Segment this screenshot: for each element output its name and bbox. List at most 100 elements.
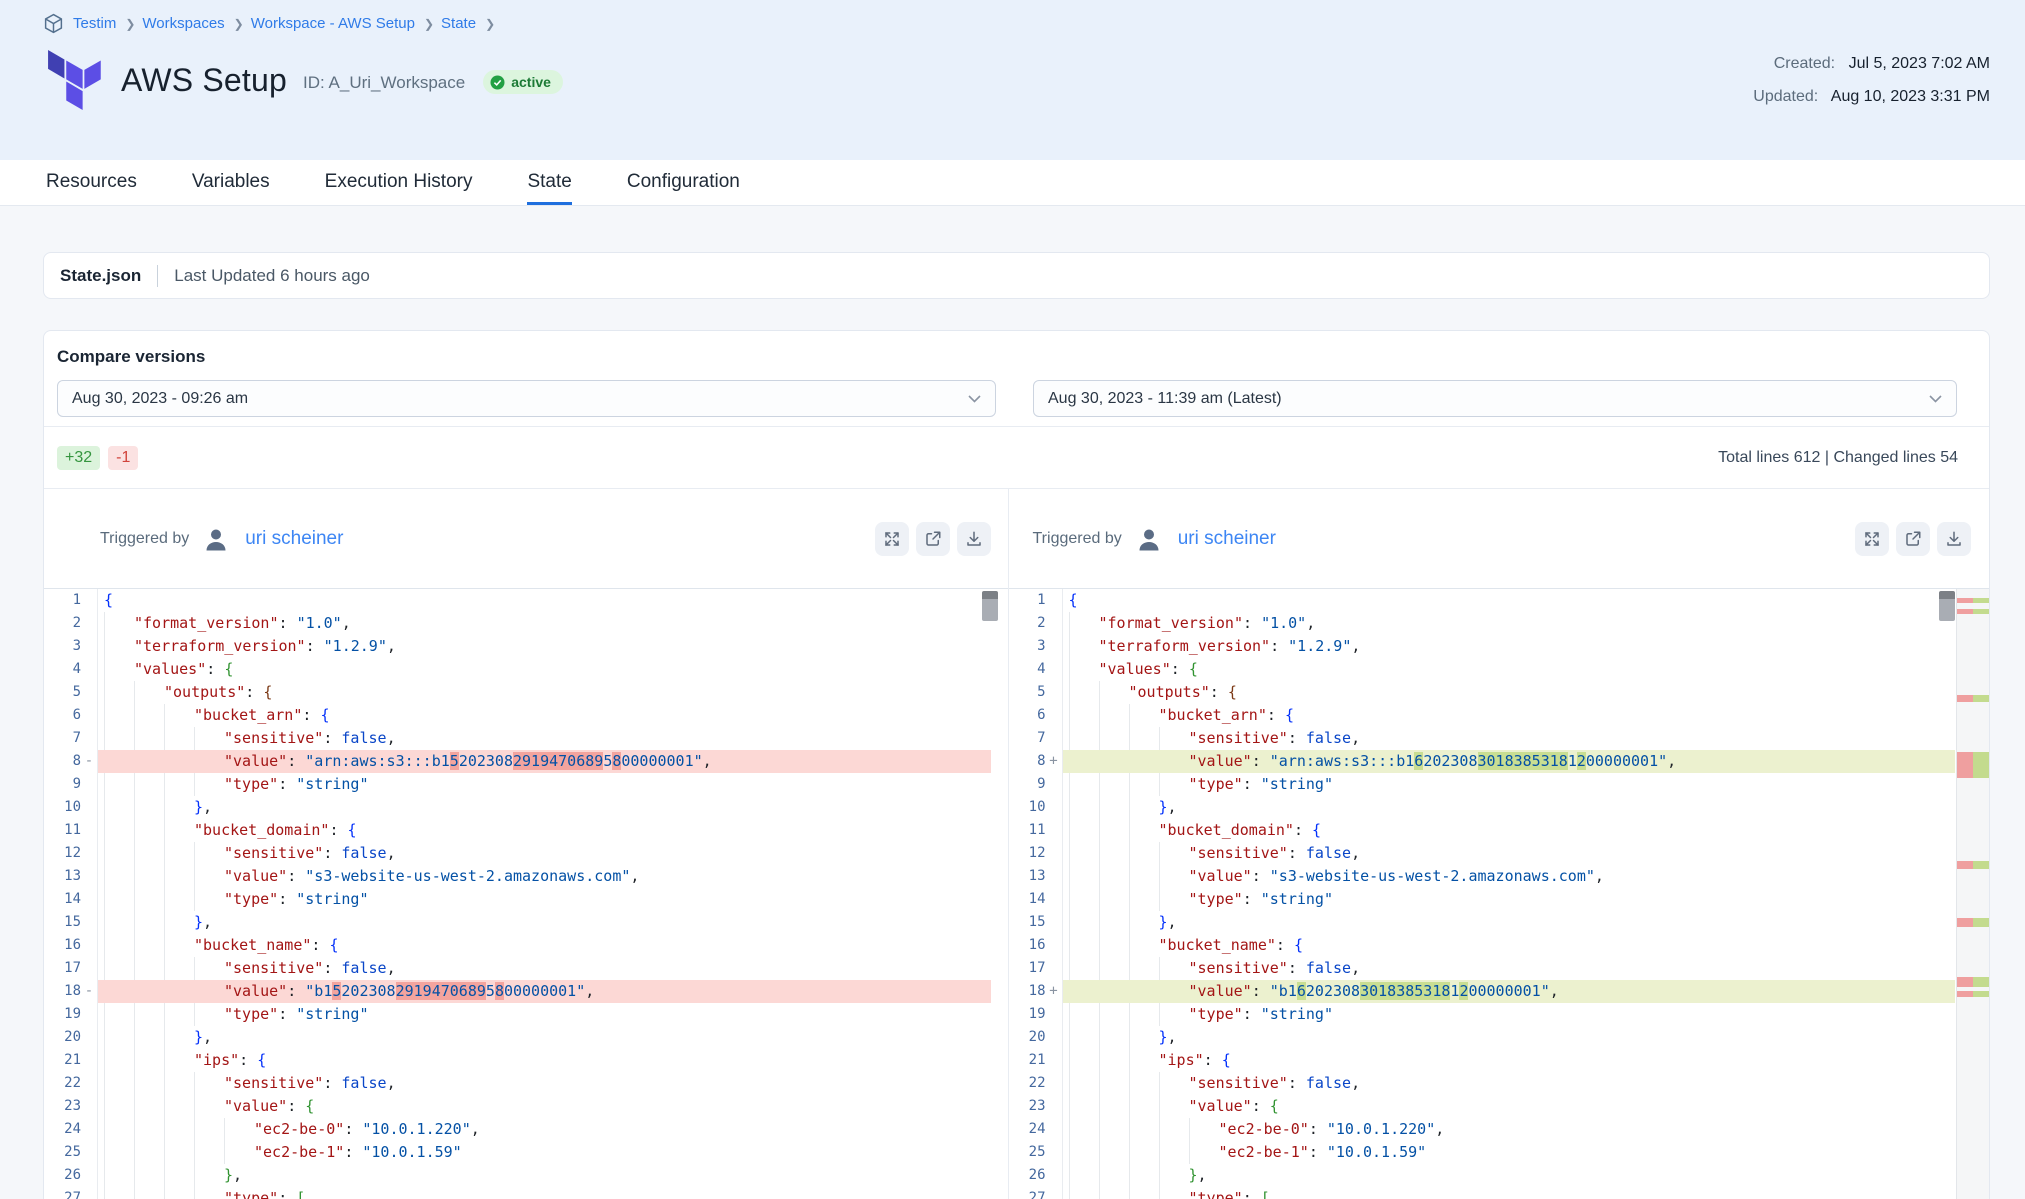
line-number: 23 <box>1009 1095 1063 1118</box>
indent-guide <box>194 1095 224 1118</box>
indent-guide <box>1159 1072 1189 1095</box>
code-token: : <box>1288 959 1306 977</box>
code-token: } <box>1159 1028 1168 1046</box>
created-label: Created: <box>1774 55 1835 72</box>
status-badge: active <box>483 70 563 94</box>
code-line: 1{ <box>44 589 991 612</box>
expand-button[interactable] <box>875 522 909 556</box>
code-token: : <box>306 637 324 655</box>
code-token: , <box>1198 1166 1207 1184</box>
breadcrumb-state[interactable]: State <box>441 15 495 32</box>
tab-variables[interactable]: Variables <box>192 160 270 205</box>
code-token: : <box>287 1097 305 1115</box>
code-token: { <box>104 591 113 609</box>
line-number: 1 <box>44 589 98 612</box>
diff-marker <box>1046 796 1062 819</box>
page-title: AWS Setup <box>121 62 287 99</box>
download-button[interactable] <box>957 522 991 556</box>
indent-guide <box>1159 957 1189 980</box>
diff-marker <box>1046 1164 1062 1187</box>
code-token: "type" <box>1189 1005 1243 1023</box>
code-token: , <box>1435 1120 1444 1138</box>
indent-guide <box>104 658 134 681</box>
version-select-left[interactable]: Aug 30, 2023 - 09:26 am <box>57 380 996 417</box>
breadcrumb-testim[interactable]: Testim <box>73 15 135 32</box>
line-number: 3 <box>44 635 98 658</box>
code-token: : <box>1252 867 1270 885</box>
code-line: 20}, <box>1009 1026 1956 1049</box>
tab-resources[interactable]: Resources <box>46 160 137 205</box>
added-lines-badge: +32 <box>57 446 100 470</box>
breadcrumb: Testim Workspaces Workspace - AWS Setup … <box>43 13 495 34</box>
page-header: Testim Workspaces Workspace - AWS Setup … <box>0 0 2025 160</box>
code-line: 11"bucket_domain": { <box>1009 819 1956 842</box>
ruler-change-mark <box>1957 598 1989 603</box>
code-line: 15}, <box>44 911 991 934</box>
scrollbar-thumb[interactable] <box>982 591 998 621</box>
code-line: 6"bucket_arn": { <box>44 704 991 727</box>
indent-guide <box>1159 1187 1189 1199</box>
expand-button[interactable] <box>1855 522 1889 556</box>
code-line: 20}, <box>44 1026 991 1049</box>
indent-guide <box>104 1164 134 1187</box>
diff-overview-ruler[interactable] <box>1956 589 1989 1199</box>
indent-guide <box>1069 888 1099 911</box>
indent-guide <box>164 934 194 957</box>
indent-guide <box>1069 1187 1099 1199</box>
triggered-by-user-link[interactable]: uri scheiner <box>1178 528 1276 550</box>
open-in-new-button[interactable] <box>1896 522 1930 556</box>
download-button[interactable] <box>1937 522 1971 556</box>
code-token: : <box>278 890 296 908</box>
indent-guide <box>1129 1095 1159 1118</box>
indent-guide <box>1069 635 1099 658</box>
diff-marker <box>81 888 97 911</box>
breadcrumb-workspace-aws-setup[interactable]: Workspace - AWS Setup <box>251 15 434 32</box>
code-token: : <box>1204 1051 1222 1069</box>
code-line: 27"type": [ <box>44 1187 991 1199</box>
code-token: } <box>194 798 203 816</box>
diff-marker <box>81 819 97 842</box>
code-token: false <box>341 844 386 862</box>
version-select-right[interactable]: Aug 30, 2023 - 11:39 am (Latest) <box>1033 380 1957 417</box>
code-editor-new: 1{2"format_version": "1.0",3"terraform_v… <box>1009 588 1990 1199</box>
code-token: : <box>245 683 263 701</box>
code-line: 4"values": { <box>1009 658 1956 681</box>
diff-marker <box>81 911 97 934</box>
indent-guide <box>1069 1095 1099 1118</box>
tab-execution-history[interactable]: Execution History <box>325 160 473 205</box>
indent-guide <box>1099 934 1129 957</box>
code-token: 3018385318 <box>1360 982 1450 1000</box>
code-token: "value" <box>1189 982 1252 1000</box>
scrollbar-thumb[interactable] <box>1939 591 1955 621</box>
tab-state[interactable]: State <box>527 160 571 205</box>
indent-guide <box>104 1026 134 1049</box>
indent-guide <box>164 727 194 750</box>
external-link-icon <box>924 530 942 548</box>
code-token: "terraform_version" <box>1099 637 1271 655</box>
breadcrumb-workspaces[interactable]: Workspaces <box>142 15 243 32</box>
indent-guide <box>1159 750 1189 773</box>
code-token: , <box>471 1120 480 1138</box>
line-number: 25 <box>1009 1141 1063 1164</box>
diff-marker <box>81 1049 97 1072</box>
indent-guide <box>1099 1049 1129 1072</box>
diff-stats-row: +32 -1 Total lines 612 | Changed lines 5… <box>44 427 1989 488</box>
indent-guide <box>134 1095 164 1118</box>
line-number: 18- <box>44 980 98 1003</box>
line-number: 24 <box>1009 1118 1063 1141</box>
ruler-change-mark <box>1957 977 1989 987</box>
updated-value: Aug 10, 2023 3:31 PM <box>1831 88 1990 105</box>
indent-guide <box>164 819 194 842</box>
open-in-new-button[interactable] <box>916 522 950 556</box>
code-token: : <box>323 959 341 977</box>
code-token: "type" <box>1189 890 1243 908</box>
code-token: : <box>1252 1097 1270 1115</box>
indent-guide <box>1099 842 1129 865</box>
terraform-logo <box>48 50 101 110</box>
chevron-down-icon <box>968 395 981 403</box>
code-line: 18-"value": "b15202308291947068958000000… <box>44 980 991 1003</box>
tab-configuration[interactable]: Configuration <box>627 160 740 205</box>
diff-marker <box>1046 1095 1062 1118</box>
triggered-by-user-link[interactable]: uri scheiner <box>245 528 343 550</box>
indent-guide <box>104 750 134 773</box>
